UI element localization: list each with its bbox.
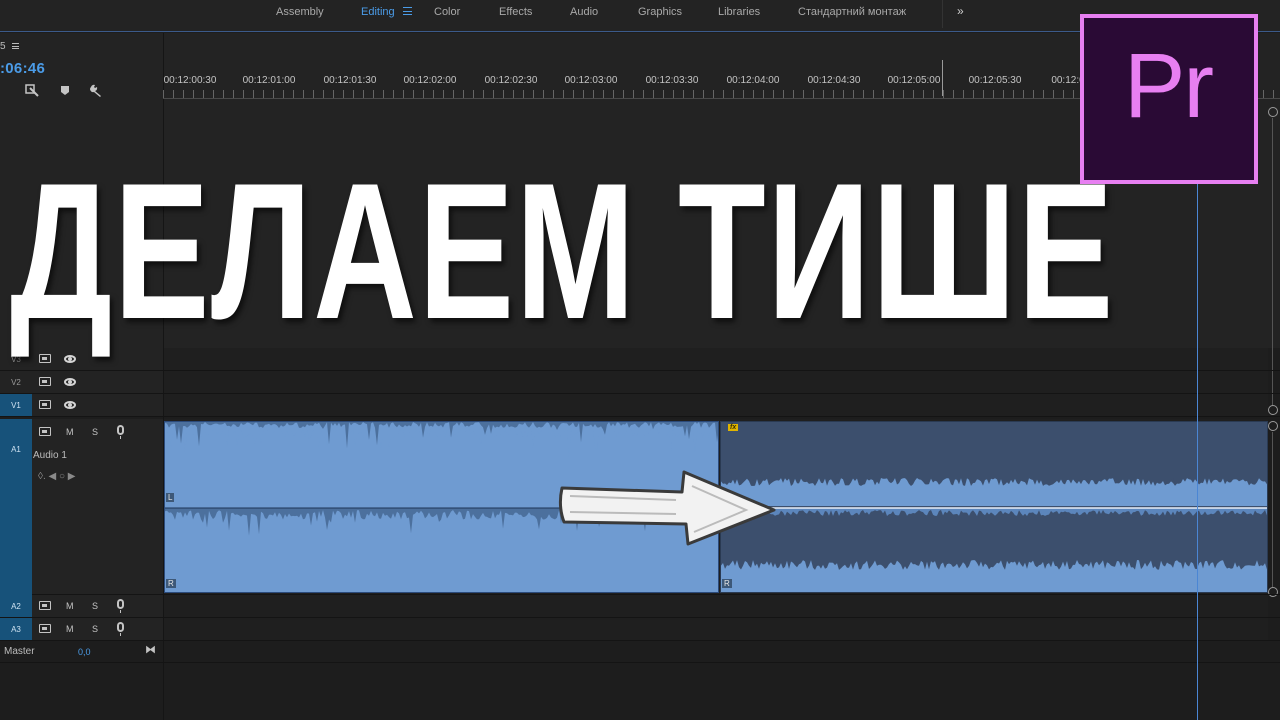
mute-button[interactable]: M (66, 601, 74, 611)
ruler-label: 00:12:05:30 (968, 75, 1022, 86)
toggle-output-eye-icon[interactable] (64, 401, 76, 409)
add-marker-icon[interactable] (58, 83, 72, 97)
track-header: V1 (0, 394, 163, 416)
track-id-label: V1 (11, 401, 21, 410)
track-header: V2 (0, 371, 163, 393)
ruler-label: 00:12:03:30 (645, 75, 699, 86)
workspace-menu-icon[interactable] (403, 7, 412, 15)
track-id-label: A2 (11, 602, 21, 611)
arrow-graphic (558, 470, 776, 546)
tab-assembly[interactable]: Assembly (276, 0, 324, 24)
mute-button[interactable]: M (66, 427, 74, 437)
track-target-v2[interactable]: V2 (0, 371, 32, 393)
voice-over-mic-icon[interactable] (117, 622, 124, 636)
tab-color[interactable]: Color (434, 0, 460, 24)
scroll-handle-top[interactable] (1268, 107, 1278, 117)
voice-over-mic-icon[interactable] (117, 425, 124, 439)
track-id-label: A3 (11, 625, 21, 634)
toggle-sync-lock-icon[interactable] (39, 400, 51, 409)
toggle-sync-lock-icon[interactable] (39, 377, 51, 386)
tab-effects[interactable]: Effects (499, 0, 532, 24)
thumbnail-headline: ДЕЛАЕМ ТИШЕ (10, 143, 1115, 360)
workspace-divider (942, 0, 943, 28)
playhead-timecode[interactable]: :06:46 (0, 60, 45, 77)
track-name[interactable]: Audio 1 (33, 450, 67, 461)
ruler-label: 00:12:01:30 (323, 75, 377, 86)
track-content[interactable] (164, 618, 1268, 640)
toggle-sync-lock-icon[interactable] (39, 427, 51, 436)
ruler-label: 00:12:02:30 (484, 75, 538, 86)
tab-libraries[interactable]: Libraries (718, 0, 760, 24)
track-a3: A3 M S (0, 618, 1280, 641)
ruler-label: 00:12:00:30 (163, 75, 217, 86)
solo-button[interactable]: S (92, 601, 98, 611)
track-id-label: V2 (11, 378, 21, 387)
track-v2: V2 (0, 371, 1280, 394)
solo-button[interactable]: S (92, 624, 98, 634)
sequence-name[interactable]: 5 (0, 41, 6, 52)
wrench-icon[interactable] (89, 83, 103, 97)
track-target-a1[interactable]: A1 (0, 419, 32, 595)
track-content[interactable] (164, 371, 1268, 393)
track-target-a2[interactable]: A2 (0, 595, 32, 617)
solo-button[interactable]: S (92, 427, 98, 437)
sequence-menu-icon[interactable] (12, 43, 19, 49)
fx-badge[interactable]: fx (728, 424, 739, 431)
track-content[interactable] (164, 394, 1268, 416)
track-v1: V1 (0, 394, 1280, 417)
channel-label-right: R (166, 579, 176, 588)
master-label: Master (4, 646, 35, 657)
track-target-a3[interactable]: A3 (0, 618, 32, 640)
voice-over-mic-icon[interactable] (117, 599, 124, 613)
premiere-pro-logo: Pr (1080, 14, 1258, 184)
master-end-icon[interactable]: ⧓ (145, 643, 156, 656)
ruler-label: 00:12:01:00 (242, 75, 296, 86)
toggle-sync-lock-icon[interactable] (39, 601, 51, 610)
audio-clip-quieter[interactable]: fx R (720, 421, 1268, 593)
track-content[interactable] (164, 595, 1268, 617)
ruler-label: 00:12:05:00 (887, 75, 941, 86)
ruler-label: 00:12:03:00 (564, 75, 618, 86)
track-header: A1 M S Audio 1 ◊. ◀ ○ ▶ (0, 419, 163, 595)
track-header: A2 M S (0, 595, 163, 617)
mute-button[interactable]: M (66, 624, 74, 634)
keyframe-navigation[interactable]: ◊. ◀ ○ ▶ (38, 471, 75, 482)
toggle-sync-lock-icon[interactable] (39, 624, 51, 633)
tab-editing[interactable]: Editing (361, 0, 395, 24)
tab-graphics[interactable]: Graphics (638, 0, 682, 24)
tab-audio[interactable]: Audio (570, 0, 598, 24)
channel-label-left: L (166, 493, 175, 502)
in-point-marker (942, 60, 943, 96)
toggle-output-eye-icon[interactable] (64, 378, 76, 386)
track-a2: A2 M S (0, 595, 1280, 618)
tab-standard-editing[interactable]: Стандартний монтаж (798, 0, 906, 24)
master-volume-value[interactable]: 0,0 (78, 647, 91, 657)
linked-selection-icon[interactable] (25, 83, 39, 97)
ruler-label: 00:12:04:00 (726, 75, 780, 86)
logo-text: Pr (1124, 35, 1214, 137)
ruler-label: 00:12:04:30 (807, 75, 861, 86)
ruler-label: 00:12:02:00 (403, 75, 457, 86)
track-target-v1[interactable]: V1 (0, 394, 32, 416)
track-id-label: A1 (11, 445, 21, 454)
master-track: Master 0,0 ⧓ (0, 641, 1280, 663)
track-header: A3 M S (0, 618, 163, 640)
waveform (721, 478, 1267, 592)
more-workspaces-icon[interactable]: » (957, 4, 964, 18)
snap-icon[interactable] (0, 83, 10, 97)
channel-label-right: R (722, 579, 732, 588)
